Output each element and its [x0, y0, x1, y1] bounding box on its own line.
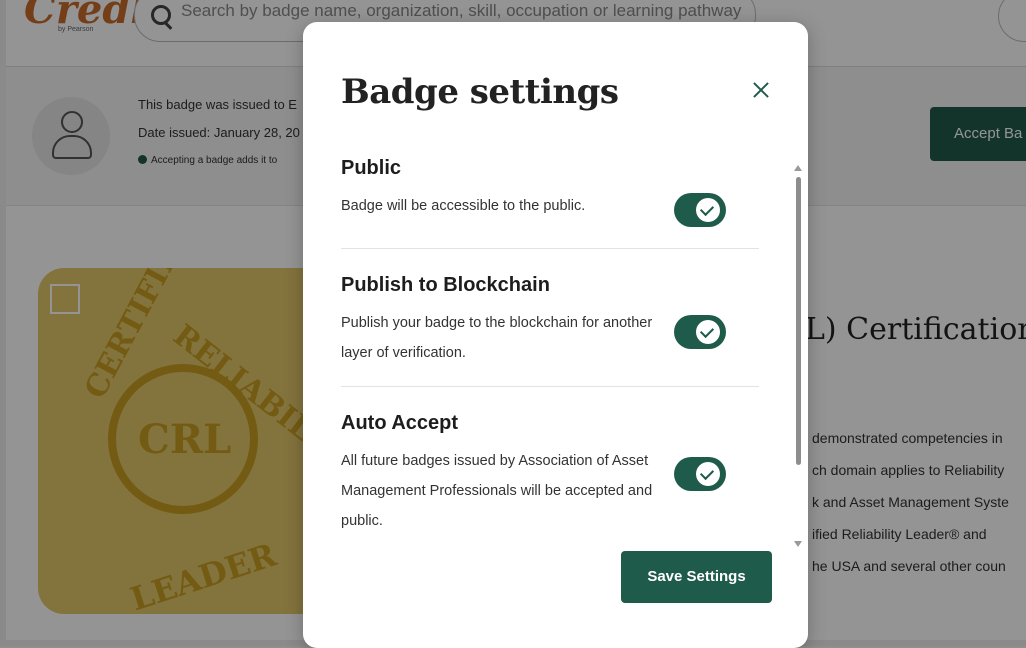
settings-scroll-area[interactable]: Public Badge will be accessible to the p…	[341, 157, 761, 557]
check-icon	[699, 201, 715, 217]
setting-description: Badge will be accessible to the public.	[341, 198, 586, 214]
check-icon	[699, 465, 715, 481]
toggle-knob	[696, 462, 720, 486]
public-toggle[interactable]	[674, 193, 726, 227]
divider	[341, 248, 759, 249]
save-settings-button[interactable]: Save Settings	[621, 551, 772, 603]
setting-title: Auto Accept	[341, 412, 459, 434]
scroll-down-arrow-icon[interactable]	[794, 541, 802, 547]
scroll-up-arrow-icon[interactable]	[794, 165, 802, 171]
auto-accept-toggle[interactable]	[674, 457, 726, 491]
setting-description: Publish your badge to the blockchain for…	[341, 315, 653, 361]
toggle-knob	[696, 320, 720, 344]
scrollbar[interactable]	[793, 165, 803, 565]
check-icon	[699, 323, 715, 339]
divider	[341, 386, 759, 387]
close-icon[interactable]	[749, 78, 773, 102]
setting-description: All future badges issued by Association …	[341, 453, 653, 529]
badge-settings-dialog: Badge settings Public Badge will be acce…	[303, 22, 808, 648]
toggle-knob	[696, 198, 720, 222]
screenshot-edge	[0, 0, 6, 646]
setting-title: Publish to Blockchain	[341, 274, 550, 296]
dialog-title: Badge settings	[341, 72, 619, 112]
scrollbar-thumb[interactable]	[796, 177, 801, 465]
setting-title: Public	[341, 157, 402, 179]
blockchain-toggle[interactable]	[674, 315, 726, 349]
